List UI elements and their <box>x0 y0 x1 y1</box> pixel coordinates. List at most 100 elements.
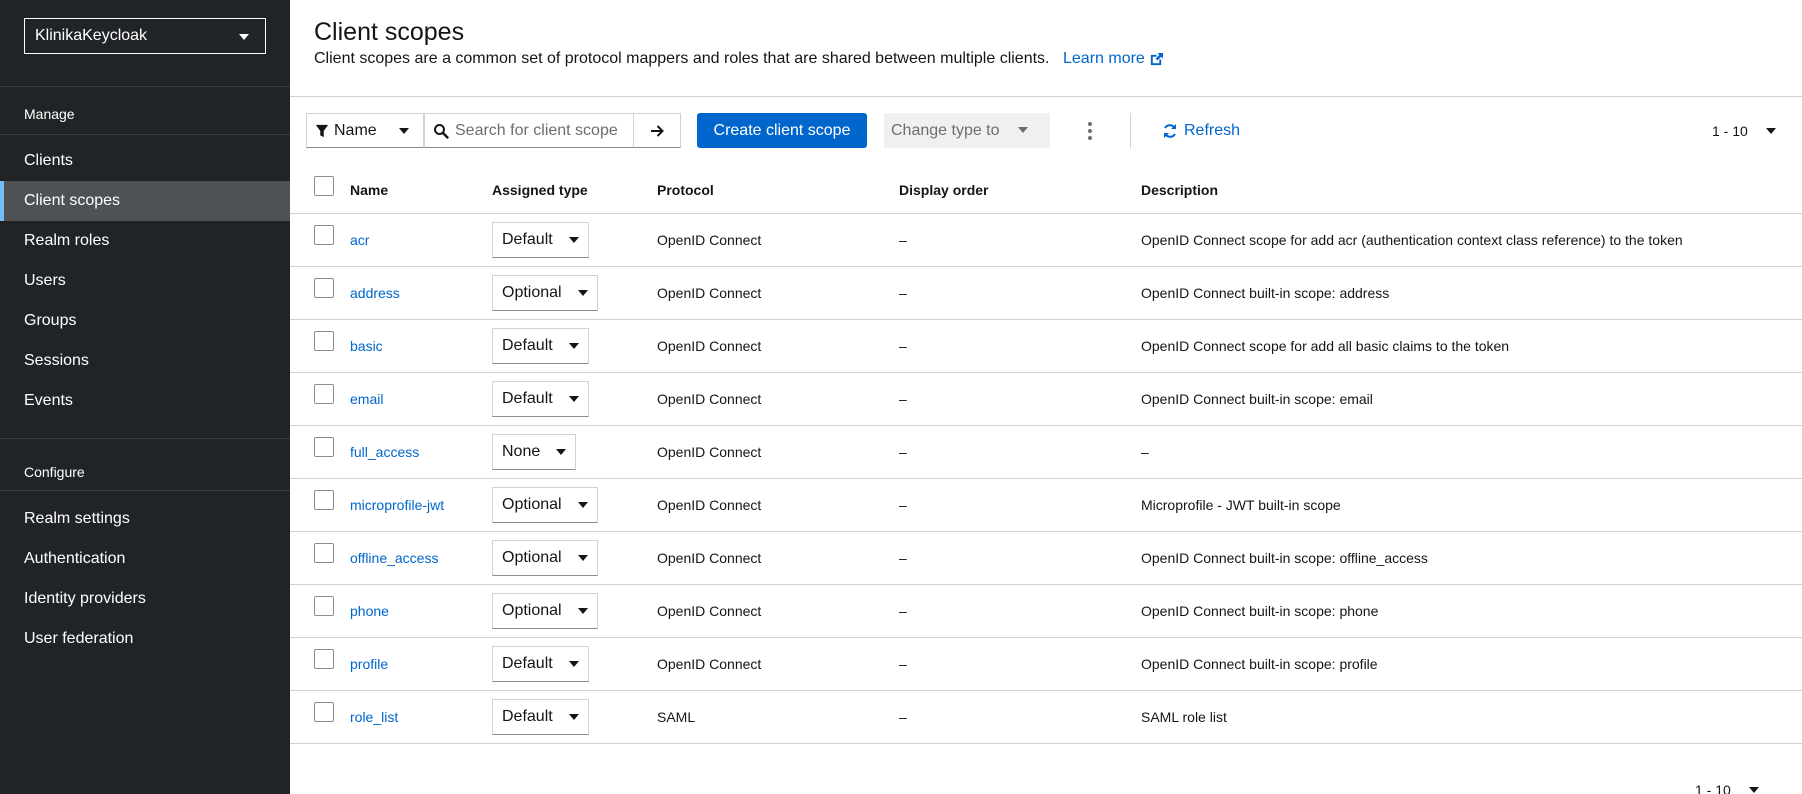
select-all-checkbox[interactable] <box>314 175 334 196</box>
bottom-pagination-range: 1 - 10 <box>1695 782 1731 794</box>
change-type-label: Change type to <box>891 121 1000 139</box>
header-divider <box>290 96 1802 97</box>
client-scope-link[interactable]: offline_access <box>350 550 438 566</box>
realm-selector[interactable]: KlinikaKeycloak <box>24 18 266 54</box>
assigned-type-dropdown[interactable]: Optional <box>492 593 598 629</box>
sidebar-item-events[interactable]: Events <box>0 381 290 421</box>
assigned-type-dropdown[interactable]: None <box>492 434 577 470</box>
client-scope-link[interactable]: phone <box>350 603 389 619</box>
sidebar-item-clients[interactable]: Clients <box>0 141 290 181</box>
table-row: profile Default OpenID Connect – OpenID Conn… <box>290 638 1802 691</box>
assigned-type-value: Optional <box>502 284 562 301</box>
bottom-pagination-toggle[interactable]: 1 - 10 <box>1695 782 1759 794</box>
client-scope-link[interactable]: acr <box>350 232 369 248</box>
description-cell: OpenID Connect built-in scope: offline_a… <box>1141 550 1428 566</box>
sidebar-item-authentication[interactable]: Authentication <box>0 539 290 579</box>
assigned-type-value: Default <box>502 231 553 248</box>
assigned-type-dropdown[interactable]: Optional <box>492 487 598 523</box>
assigned-type-value: None <box>502 443 541 460</box>
sidebar-item-client-scopes[interactable]: Client scopes <box>0 181 290 221</box>
divider <box>0 134 290 135</box>
row-checkbox[interactable] <box>314 490 334 510</box>
row-checkbox[interactable] <box>314 649 334 669</box>
protocol-cell: OpenID Connect <box>657 285 762 301</box>
caret-down-icon <box>568 343 579 349</box>
learn-more-label: Learn more <box>1063 50 1145 67</box>
table-row: acr Default OpenID Connect – OpenID Connect … <box>290 214 1802 267</box>
search-icon <box>434 123 449 139</box>
create-client-scope-button[interactable]: Create client scope <box>697 113 867 148</box>
client-scope-link[interactable]: full_access <box>350 444 419 460</box>
sidebar-item-users[interactable]: Users <box>0 261 290 301</box>
sidebar-item-groups[interactable]: Groups <box>0 301 290 341</box>
sidebar-item-realm-settings[interactable]: Realm settings <box>0 499 290 539</box>
column-header-assigned-type: Assigned type <box>492 181 588 198</box>
kebab-menu-icon[interactable] <box>1080 113 1100 148</box>
row-checkbox[interactable] <box>314 596 334 616</box>
row-checkbox[interactable] <box>314 384 334 404</box>
row-checkbox[interactable] <box>314 543 334 563</box>
description-cell: OpenID Connect built-in scope: email <box>1141 391 1373 407</box>
sidebar-item-realm-roles[interactable]: Realm roles <box>0 221 290 261</box>
row-checkbox[interactable] <box>314 278 334 298</box>
refresh-button[interactable]: Refresh <box>1162 113 1240 148</box>
assigned-type-value: Default <box>502 655 553 672</box>
assigned-type-value: Default <box>502 708 553 725</box>
nav-section-configure: Configure <box>24 464 85 480</box>
description-cell: OpenID Connect built-in scope: profile <box>1141 656 1378 672</box>
client-scope-link[interactable]: role_list <box>350 709 398 725</box>
assigned-type-dropdown[interactable]: Optional <box>492 275 598 311</box>
filter-dropdown[interactable]: Name <box>306 113 424 148</box>
assigned-type-dropdown[interactable]: Optional <box>492 540 598 576</box>
filter-icon <box>315 124 329 137</box>
filter-label: Name <box>334 121 377 139</box>
display-order-cell: – <box>899 285 907 301</box>
change-type-dropdown[interactable]: Change type to <box>884 113 1050 148</box>
row-checkbox[interactable] <box>314 702 334 722</box>
description-cell: OpenID Connect scope for add all basic c… <box>1141 338 1510 354</box>
display-order-cell: – <box>899 338 907 354</box>
table-row: microprofile-jwt Optional OpenID Connect – M… <box>290 479 1802 532</box>
row-checkbox[interactable] <box>314 437 334 457</box>
column-header-name[interactable]: Name <box>350 166 388 213</box>
pagination-toggle[interactable]: 1 - 10 <box>1712 113 1776 148</box>
client-scope-link[interactable]: address <box>350 285 400 301</box>
learn-more-link[interactable]: Learn more <box>1063 50 1164 68</box>
external-link-icon <box>1150 52 1163 65</box>
client-scope-link[interactable]: basic <box>350 338 383 354</box>
display-order-cell: – <box>899 603 907 619</box>
description-cell: – <box>1141 444 1149 460</box>
protocol-cell: OpenID Connect <box>657 550 762 566</box>
refresh-label: Refresh <box>1184 121 1241 139</box>
assigned-type-dropdown[interactable]: Default <box>492 381 589 417</box>
client-scope-link[interactable]: microprofile-jwt <box>350 497 444 513</box>
client-scope-link[interactable]: profile <box>350 656 388 672</box>
table-row: email Default OpenID Connect – OpenID Connec… <box>290 373 1802 426</box>
caret-down-icon <box>577 290 588 296</box>
assigned-type-dropdown[interactable]: Default <box>492 328 589 364</box>
assigned-type-dropdown[interactable]: Default <box>492 222 589 258</box>
table-body: acr Default OpenID Connect – OpenID Connect … <box>290 214 1802 744</box>
assigned-type-value: Optional <box>502 602 562 619</box>
display-order-cell: – <box>899 656 907 672</box>
realm-name: KlinikaKeycloak <box>35 27 148 44</box>
row-checkbox[interactable] <box>314 225 334 245</box>
dot <box>1088 135 1092 140</box>
sidebar-item-identity-providers[interactable]: Identity providers <box>0 579 290 619</box>
sidebar: KlinikaKeycloak Manage Clients Client sc… <box>0 0 290 794</box>
assigned-type-dropdown[interactable]: Default <box>492 699 589 735</box>
row-checkbox[interactable] <box>314 331 334 351</box>
client-scope-link[interactable]: email <box>350 391 383 407</box>
assigned-type-dropdown[interactable]: Default <box>492 646 589 682</box>
arrow-right-icon <box>651 124 664 137</box>
table-row: basic Default OpenID Connect – OpenID Connec… <box>290 320 1802 373</box>
caret-down-icon <box>577 502 588 508</box>
sidebar-item-user-federation[interactable]: User federation <box>0 619 290 659</box>
sidebar-item-sessions[interactable]: Sessions <box>0 341 290 381</box>
assigned-type-value: Optional <box>502 496 562 513</box>
search-input[interactable] <box>455 121 625 140</box>
assigned-type-value: Optional <box>502 549 562 566</box>
caret-down-icon <box>577 555 588 561</box>
divider <box>0 490 290 491</box>
search-submit-button[interactable] <box>634 113 681 148</box>
